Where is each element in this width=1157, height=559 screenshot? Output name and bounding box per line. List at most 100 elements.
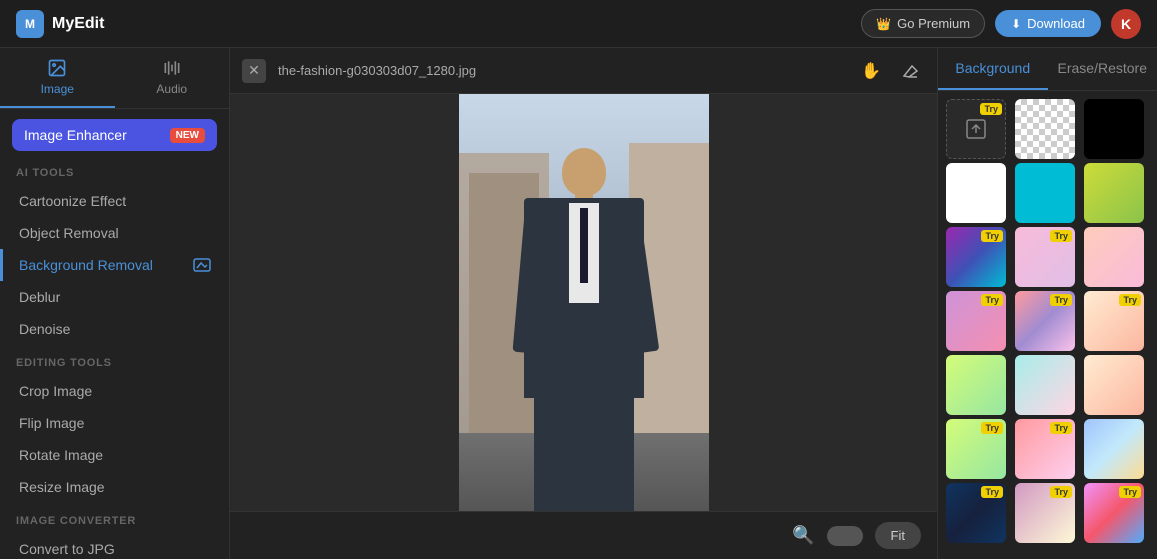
try-badge-upload: Try bbox=[980, 103, 1002, 115]
active-tool-item[interactable]: Image Enhancer NEW bbox=[12, 119, 217, 151]
resize-label: Resize Image bbox=[19, 479, 105, 495]
image-tab-label: Image bbox=[41, 82, 74, 96]
bg-item-lavender[interactable]: Try bbox=[946, 291, 1006, 351]
convert-jpg-label: Convert to JPG bbox=[19, 541, 115, 557]
bg-item-white[interactable] bbox=[946, 163, 1006, 223]
canvas-content bbox=[230, 94, 937, 511]
header-right: Go Premium Download K bbox=[861, 9, 1141, 39]
sidebar-item-bg-removal[interactable]: Background Removal bbox=[0, 249, 229, 281]
active-tool-label: Image Enhancer bbox=[24, 127, 127, 143]
ai-tools-section-label: AI TOOLS bbox=[0, 155, 229, 185]
bg-item-pink-soft[interactable]: Try bbox=[1015, 227, 1075, 287]
sidebar-item-deblur[interactable]: Deblur bbox=[0, 281, 229, 313]
editing-tools-section-label: EDITING TOOLS bbox=[0, 345, 229, 375]
audio-tab-label: Audio bbox=[156, 82, 187, 96]
bg-item-rainbow2[interactable]: Try bbox=[1084, 483, 1144, 543]
upload-icon bbox=[964, 117, 988, 141]
crop-label: Crop Image bbox=[19, 383, 92, 399]
header-left: M MyEdit bbox=[16, 10, 104, 38]
panel-tab-erase[interactable]: Erase/Restore bbox=[1048, 48, 1157, 90]
sidebar-item-rotate[interactable]: Rotate Image bbox=[0, 439, 229, 471]
premium-button[interactable]: Go Premium bbox=[861, 9, 985, 38]
bg-item-peach[interactable] bbox=[1084, 227, 1144, 287]
canvas-bottom: 🔍 Fit bbox=[230, 511, 937, 559]
canvas-toolbar: ✕ the-fashion-g030303d07_1280.jpg ✋ bbox=[230, 48, 937, 94]
right-panel: Background Erase/Restore Try Try Try bbox=[937, 48, 1157, 559]
audio-tab-icon bbox=[162, 58, 182, 78]
filename-label: the-fashion-g030303d07_1280.jpg bbox=[278, 63, 845, 78]
try-badge-4: Try bbox=[1050, 294, 1072, 306]
try-badge-5: Try bbox=[1119, 294, 1141, 306]
bg-item-mint-gold[interactable] bbox=[946, 355, 1006, 415]
figure-head bbox=[562, 148, 606, 196]
bg-removal-svg bbox=[193, 258, 211, 272]
sidebar-item-object-removal[interactable]: Object Removal bbox=[0, 217, 229, 249]
eraser-svg bbox=[902, 62, 920, 80]
bg-upload[interactable]: Try bbox=[946, 99, 1006, 159]
bg-item-purple-soft[interactable]: Try bbox=[1015, 483, 1075, 543]
main-layout: Image Audio Image Enhancer NEW AI TOOLS … bbox=[0, 48, 1157, 559]
download-button[interactable]: Download bbox=[995, 10, 1101, 37]
deblur-label: Deblur bbox=[19, 289, 60, 305]
app-name: MyEdit bbox=[52, 15, 104, 33]
try-badge-10: Try bbox=[1119, 486, 1141, 498]
bg-removal-label: Background Removal bbox=[19, 257, 153, 273]
tab-audio[interactable]: Audio bbox=[115, 48, 230, 108]
tab-image[interactable]: Image bbox=[0, 48, 115, 108]
bg-item-transparent[interactable] bbox=[1015, 99, 1075, 159]
bg-item-stars[interactable]: Try bbox=[1084, 291, 1144, 351]
figure-tie bbox=[580, 208, 588, 283]
canvas-area: ✕ the-fashion-g030303d07_1280.jpg ✋ bbox=[230, 48, 937, 559]
image-display bbox=[459, 94, 709, 511]
bg-item-black[interactable] bbox=[1084, 99, 1144, 159]
bg-item-purple-blue[interactable]: Try bbox=[946, 227, 1006, 287]
sidebar-item-flip[interactable]: Flip Image bbox=[0, 407, 229, 439]
denoise-label: Denoise bbox=[19, 321, 70, 337]
view-toggle[interactable] bbox=[827, 526, 863, 546]
avatar[interactable]: K bbox=[1111, 9, 1141, 39]
header: M MyEdit Go Premium Download K bbox=[0, 0, 1157, 48]
panel-tab-background[interactable]: Background bbox=[938, 48, 1048, 90]
background-grid: Try Try Try Try T bbox=[938, 91, 1157, 551]
try-badge-9: Try bbox=[1050, 486, 1072, 498]
bg-item-coral[interactable]: Try bbox=[1015, 419, 1075, 479]
object-removal-label: Object Removal bbox=[19, 225, 119, 241]
try-badge-6: Try bbox=[981, 422, 1003, 434]
sidebar-item-resize[interactable]: Resize Image bbox=[0, 471, 229, 503]
close-button[interactable]: ✕ bbox=[242, 59, 266, 83]
try-badge-7: Try bbox=[1050, 422, 1072, 434]
grab-icon[interactable]: ✋ bbox=[857, 57, 885, 85]
new-badge: NEW bbox=[170, 128, 205, 143]
logo-icon: M bbox=[16, 10, 44, 38]
bg-item-yellow-green[interactable] bbox=[1084, 163, 1144, 223]
rotate-label: Rotate Image bbox=[19, 447, 103, 463]
try-badge-2: Try bbox=[1050, 230, 1072, 242]
image-tab-icon bbox=[47, 58, 67, 78]
sidebar-item-cartoonize[interactable]: Cartoonize Effect bbox=[0, 185, 229, 217]
try-badge-3: Try bbox=[981, 294, 1003, 306]
sidebar-item-crop[interactable]: Crop Image bbox=[0, 375, 229, 407]
zoom-icon[interactable]: 🔍 bbox=[792, 525, 814, 546]
bg-item-teal-dark[interactable]: Try bbox=[946, 483, 1006, 543]
try-badge-1: Try bbox=[981, 230, 1003, 242]
figure-pants bbox=[534, 393, 634, 512]
try-badge-8: Try bbox=[981, 486, 1003, 498]
converter-section-label: IMAGE CONVERTER bbox=[0, 503, 229, 533]
bg-item-rainbow[interactable]: Try bbox=[1015, 291, 1075, 351]
bg-item-dusty-rose[interactable] bbox=[1084, 355, 1144, 415]
fit-button[interactable]: Fit bbox=[875, 522, 921, 549]
sidebar-item-convert-jpg[interactable]: Convert to JPG bbox=[0, 533, 229, 559]
bg-item-sky-rainbow[interactable] bbox=[1084, 419, 1144, 479]
bg-removal-icon bbox=[191, 257, 213, 273]
eraser-icon[interactable] bbox=[897, 57, 925, 85]
figure bbox=[514, 143, 654, 512]
bg-item-teal[interactable] bbox=[1015, 163, 1075, 223]
panel-tabs: Background Erase/Restore bbox=[938, 48, 1157, 91]
flip-label: Flip Image bbox=[19, 415, 84, 431]
bg-item-mint-teal[interactable] bbox=[1015, 355, 1075, 415]
sidebar-item-denoise[interactable]: Denoise bbox=[0, 313, 229, 345]
sidebar: Image Audio Image Enhancer NEW AI TOOLS … bbox=[0, 48, 230, 559]
bg-item-soft-green[interactable]: Try bbox=[946, 419, 1006, 479]
cartoonize-label: Cartoonize Effect bbox=[19, 193, 126, 209]
sidebar-tabs: Image Audio bbox=[0, 48, 229, 109]
